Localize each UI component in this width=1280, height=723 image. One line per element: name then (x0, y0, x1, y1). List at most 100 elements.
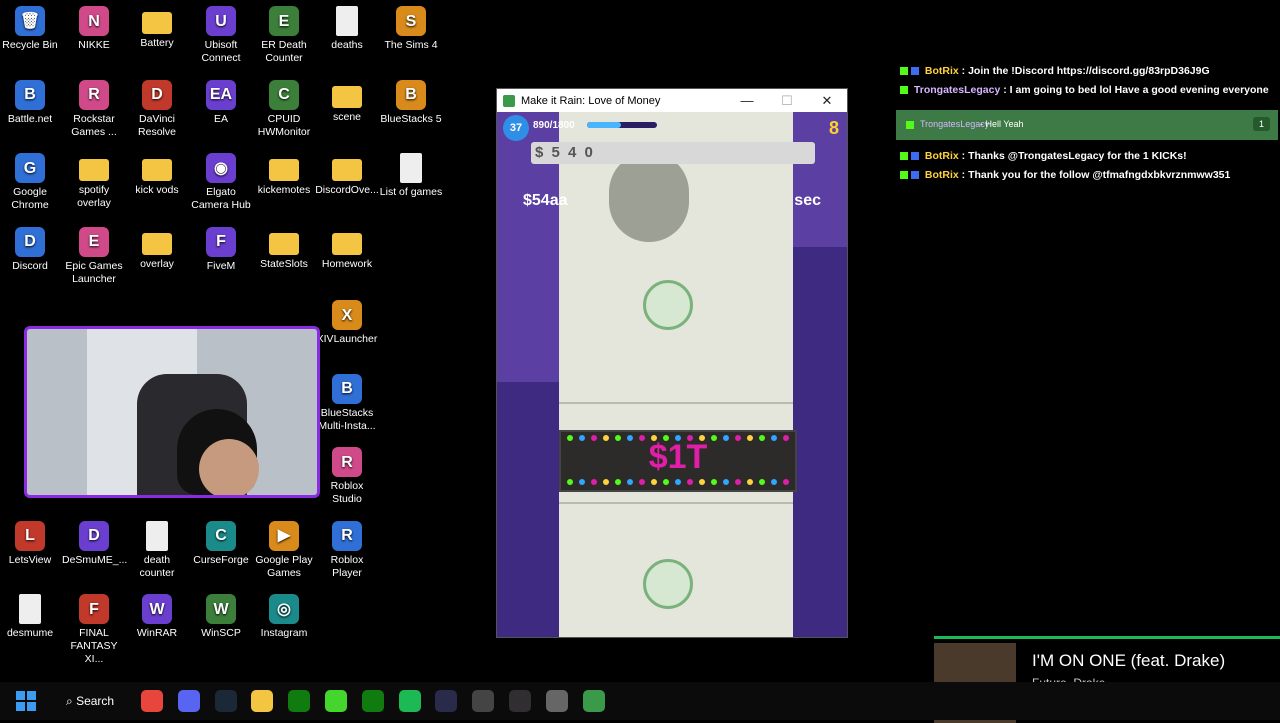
desktop-icon-overlay[interactable]: overlay (125, 223, 189, 271)
calculator-taskbar-icon[interactable] (472, 690, 495, 712)
desktop-icon-label: Battery (140, 37, 174, 49)
chrome-taskbar-icon[interactable] (141, 690, 163, 712)
marquee-light (603, 435, 609, 441)
marquee-light (687, 435, 693, 441)
desktop-icon-davinci-resolve[interactable]: D DaVinci Resolve (125, 76, 189, 139)
minimize-button[interactable]: — (727, 93, 767, 108)
app-icon: 🗑 (15, 6, 45, 36)
desktop-icon-winrar[interactable]: W WinRAR (125, 590, 189, 640)
desktop-icon-ea[interactable]: EA EA (189, 76, 253, 126)
mod-badge-icon (900, 152, 908, 161)
desktop-icon-label: Roblox Player (330, 553, 364, 579)
desktop-icon-google-chrome[interactable]: G Google Chrome (0, 149, 62, 212)
desktop-icon-roblox-player[interactable]: R Roblox Player (315, 517, 379, 580)
desktop-icon-recycle-bin[interactable]: 🗑 Recycle Bin (0, 2, 62, 52)
desktop-icon-elgato-camera-hub[interactable]: ◉ Elgato Camera Hub (189, 149, 253, 212)
highlight-user: TrongatesLegacy (920, 119, 990, 129)
marquee-light (567, 479, 573, 485)
desktop-icon-discordove[interactable]: DiscordOve... (315, 149, 379, 197)
make-it-rain-taskbar-icon[interactable] (582, 690, 605, 712)
chat-message: BotRix : Thank you for the follow @tfmaf… (900, 169, 1230, 181)
desktop-icon-desmume[interactable]: D DeSmuME_... (62, 517, 128, 567)
desktop-icon-label: CPUID HWMonitor (257, 112, 311, 138)
desktop-icon-google-play-games[interactable]: ▶ Google Play Games (252, 517, 316, 580)
xbox-taskbar-icon[interactable] (361, 690, 384, 712)
desktop-icon-xivlauncher[interactable]: X XIVLauncher (315, 296, 379, 346)
desktop-icon-kickemotes[interactable]: kickemotes (252, 149, 316, 197)
marquee-text: $1T (648, 438, 708, 476)
obs-taskbar-icon[interactable] (509, 690, 531, 712)
desktop-icon-nikke[interactable]: N NIKKE (62, 2, 126, 52)
desktop-icon-battle-net[interactable]: B Battle.net (0, 76, 62, 126)
dollar-bill (559, 112, 793, 637)
marquee-light (759, 435, 765, 441)
desktop-icon-battery[interactable]: Battery (125, 2, 189, 50)
desktop-icon-label: DeSmuME_... (62, 553, 128, 566)
desktop-icon-rockstar-games[interactable]: R Rockstar Games ... (62, 76, 126, 139)
elgato-taskbar-icon[interactable] (435, 690, 458, 712)
desktop-icon-letsview[interactable]: L LetsView (0, 517, 62, 567)
desktop-icon-er-death-counter[interactable]: E ER Death Counter (252, 2, 316, 65)
app-icon (269, 232, 299, 255)
desktop-icon-winscp[interactable]: W WinSCP (189, 590, 253, 640)
desktop-icon-instagram[interactable]: ◎ Instagram (252, 590, 316, 640)
app-icon (19, 594, 41, 624)
marquee-light (675, 435, 681, 441)
steam-taskbar-icon[interactable] (214, 690, 237, 712)
app-icon (142, 159, 172, 181)
desktop-icon-roblox-studio[interactable]: R Roblox Studio (315, 443, 379, 506)
desktop-icon-desmume[interactable]: desmume (0, 590, 62, 640)
desktop-icon-label: FiveM (206, 259, 236, 272)
sub-badge-icon (900, 86, 908, 95)
desktop-icon-curseforge[interactable]: C CurseForge (189, 517, 253, 567)
desktop-icon-epic-games-launcher[interactable]: E Epic Games Launcher (62, 223, 126, 286)
marquee-light (651, 479, 657, 485)
desktop-icon-label: Recycle Bin (2, 39, 58, 51)
taskbar-search[interactable]: ⌕ Search (58, 688, 128, 714)
desktop-icon-kick-vods[interactable]: kick vods (125, 149, 189, 197)
desktop-icon-label: DaVinci Resolve (138, 112, 176, 138)
marquee-light (783, 435, 789, 441)
xbox-app-taskbar-icon[interactable] (288, 690, 311, 712)
desktop-icon-bluestacks-5[interactable]: B BlueStacks 5 (379, 76, 443, 126)
marquee-sign[interactable]: $1T (559, 430, 797, 492)
game-canvas[interactable]: 37 890/1800 $ 5 4 0 8 $54aa sec $1T (497, 112, 847, 637)
marquee-light (687, 479, 693, 485)
app-icon: G (15, 153, 45, 183)
marquee-light (699, 435, 705, 441)
start-button[interactable] (16, 691, 36, 711)
chat-message: TrongatesLegacy : I am going to bed lol … (900, 84, 1269, 96)
desktop-icon-cpuid-hwmonitor[interactable]: C CPUID HWMonitor (252, 76, 316, 139)
desktop-icon-label: Instagram (260, 627, 308, 639)
rate-value: $54aa (523, 192, 568, 209)
desktop-icon-death-counter[interactable]: death counter (125, 517, 189, 580)
razer-taskbar-icon[interactable] (325, 690, 347, 712)
taskbar: ⌕ Search (0, 682, 1280, 720)
desktop-icon-ubisoft-connect[interactable]: U Ubisoft Connect (189, 2, 253, 65)
desktop-icon-list-of-games[interactable]: List of games (379, 149, 443, 199)
marquee-light (615, 479, 621, 485)
close-button[interactable]: ✕ (807, 93, 847, 109)
window-titlebar[interactable]: Make it Rain: Love of Money — ☐ ✕ (497, 89, 847, 112)
desktop-icon-label: Battle.net (7, 112, 53, 125)
desktop-icon-fivem[interactable]: F FiveM (189, 223, 253, 273)
desktop-icon-label: WinSCP (201, 627, 241, 639)
app-icon: E (269, 6, 299, 36)
files-taskbar-icon[interactable] (251, 690, 274, 712)
desktop-icon-the-sims-4[interactable]: S The Sims 4 (379, 2, 443, 52)
settings-taskbar-icon[interactable] (545, 690, 568, 712)
discord-taskbar-icon[interactable] (177, 690, 200, 712)
desktop-icon-spotify-overlay[interactable]: spotify overlay (62, 149, 126, 210)
desktop-icon-homework[interactable]: Homework (315, 223, 379, 271)
desktop-icon-label: spotify overlay (77, 184, 111, 209)
game-window[interactable]: Make it Rain: Love of Money — ☐ ✕ 37 890… (496, 88, 848, 638)
desktop-icon-scene[interactable]: scene (315, 76, 379, 124)
desktop-icon-deaths[interactable]: deaths (315, 2, 379, 52)
spotify-taskbar-icon[interactable] (398, 690, 421, 712)
app-icon: U (206, 6, 236, 36)
desktop-icon-final-fantasy-xi[interactable]: F FINAL FANTASY XI... (62, 590, 126, 666)
desktop-icon-bluestacks-multi-insta[interactable]: B BlueStacks Multi-Insta... (315, 370, 379, 433)
desktop-icon-discord[interactable]: D Discord (0, 223, 62, 273)
desktop-icon-stateslots[interactable]: StateSlots (252, 223, 316, 271)
maximize-button[interactable]: ☐ (767, 93, 807, 109)
